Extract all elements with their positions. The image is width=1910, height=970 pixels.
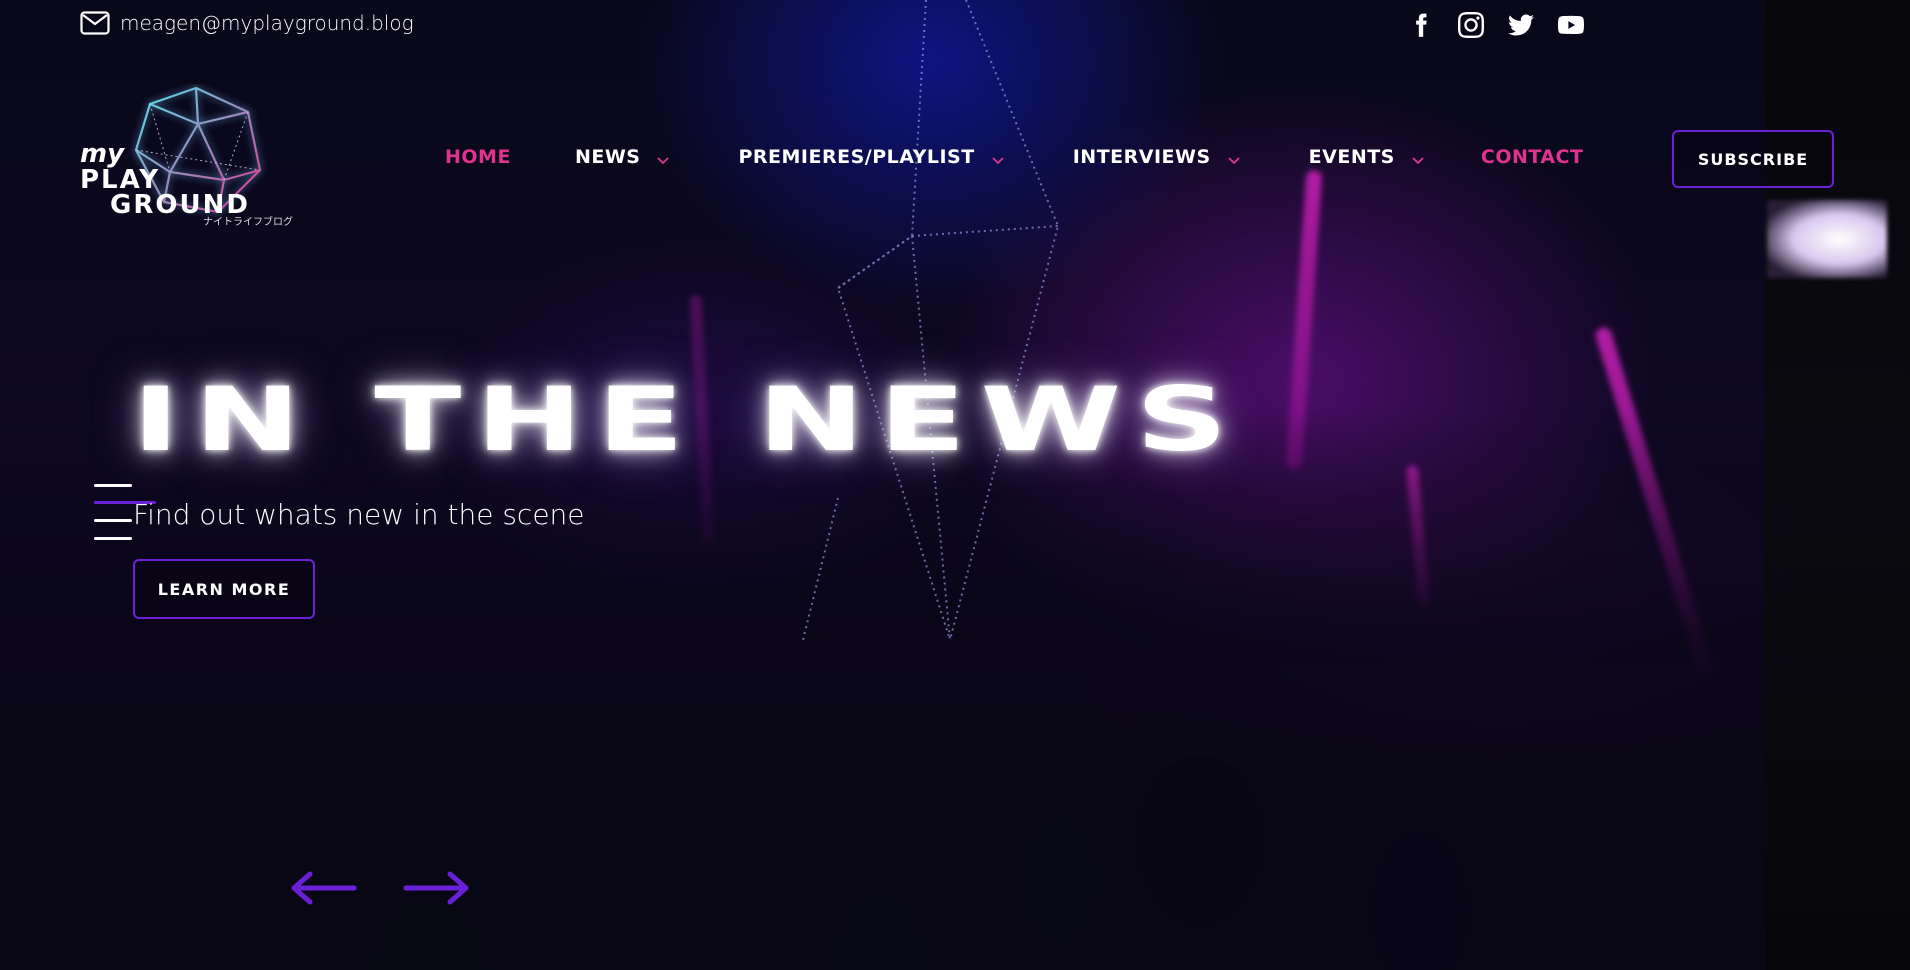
- main-navigation: HOME NEWS PREMIERES/PLAYLIST INTERVIEWS …: [445, 146, 1583, 168]
- chevron-down-icon: [1411, 150, 1425, 165]
- envelope-icon: [80, 11, 110, 35]
- nav-item-label: CONTACT: [1480, 146, 1584, 168]
- chevron-down-icon: [656, 150, 670, 165]
- nav-item-contact[interactable]: CONTACT: [1481, 146, 1584, 168]
- nav-item-label: HOME: [445, 146, 511, 168]
- youtube-icon[interactable]: [1558, 12, 1584, 38]
- subscribe-button[interactable]: SUBSCRIBE: [1672, 130, 1834, 188]
- nav-item-home[interactable]: HOME: [445, 146, 511, 168]
- arrow-right-icon[interactable]: [402, 868, 472, 908]
- chevron-down-icon: [991, 150, 1005, 165]
- nav-item-label: INTERVIEWS: [1072, 146, 1211, 168]
- facebook-icon[interactable]: [1408, 12, 1434, 38]
- instagram-icon[interactable]: [1458, 12, 1484, 38]
- social-links: [1408, 12, 1584, 38]
- site-logo[interactable]: my PLAY GROUND ナイトライフブログ: [78, 84, 308, 232]
- nav-item-label: EVENTS: [1308, 146, 1395, 168]
- nav-item-premieres-playlist[interactable]: PREMIERES/PLAYLIST: [738, 146, 1004, 168]
- stage-light: [1767, 200, 1887, 278]
- chevron-down-icon: [1227, 150, 1241, 165]
- logo-ground-text: GROUND: [110, 190, 250, 220]
- arrow-left-icon[interactable]: [288, 868, 358, 908]
- nav-item-label: NEWS: [574, 146, 641, 168]
- nav-item-interviews[interactable]: INTERVIEWS: [1073, 146, 1241, 168]
- learn-more-button[interactable]: LEARN MORE: [133, 559, 315, 619]
- hero-subtitle: Find out whats new in the scene: [133, 498, 585, 531]
- nav-item-label: PREMIERES/PLAYLIST: [738, 146, 975, 168]
- email-text: meagen@myplayground.blog: [120, 11, 414, 35]
- top-bar: meagen@myplayground.blog: [0, 0, 1910, 52]
- email-link[interactable]: meagen@myplayground.blog: [80, 11, 414, 35]
- twitter-icon[interactable]: [1508, 12, 1534, 38]
- nav-item-events[interactable]: EVENTS: [1309, 146, 1425, 168]
- nav-item-news[interactable]: NEWS: [575, 146, 671, 168]
- hero-title: IN THE NEWS: [132, 368, 1243, 471]
- logo-tagline: ナイトライフブログ: [203, 215, 293, 228]
